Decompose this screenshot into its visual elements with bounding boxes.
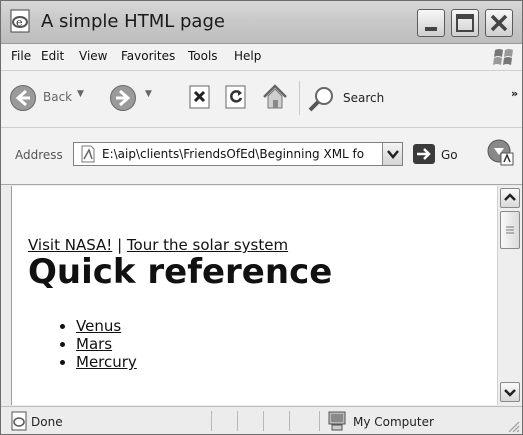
forward-dropdown-icon[interactable]: ▼ — [145, 89, 152, 99]
windows-flag-icon — [493, 49, 513, 65]
title-bar[interactable]: e A simple HTML page — [1, 1, 522, 44]
menu-bar: File Edit View Favorites Tools Help — [1, 44, 522, 71]
status-separator — [319, 411, 320, 431]
minimize-icon — [425, 27, 437, 31]
menu-help[interactable]: Help — [234, 49, 261, 63]
window-title: A simple HTML page — [41, 11, 225, 32]
address-bar: Address E:\aip\clients\FriendsOfEd\Begin… — [1, 128, 522, 185]
go-button[interactable] — [413, 144, 435, 164]
scroll-up-button[interactable] — [500, 188, 520, 208]
ie-page-icon: e — [10, 9, 30, 33]
refresh-icon[interactable] — [223, 84, 249, 110]
menu-file[interactable]: File — [11, 49, 31, 63]
scroll-thumb[interactable] — [500, 211, 520, 249]
maximize-button[interactable] — [451, 9, 479, 37]
resize-grip-icon[interactable] — [506, 419, 520, 433]
toolbar-separator — [299, 81, 300, 115]
link-mars[interactable]: Mars — [76, 335, 112, 353]
search-button[interactable]: Search — [307, 81, 402, 115]
back-button[interactable]: Back ▼ — [9, 81, 94, 115]
page-icon — [81, 145, 95, 163]
menu-view[interactable]: View — [79, 49, 107, 63]
toolbar-chevron[interactable]: » — [511, 87, 518, 100]
home-icon[interactable] — [261, 83, 289, 111]
maximize-icon — [456, 14, 474, 32]
media-icon[interactable] — [486, 138, 516, 168]
page-content: Visit NASA! | Tour the solar system Quic… — [11, 186, 497, 405]
address-url: E:\aip\clients\FriendsOfEd\Beginning XML… — [102, 147, 365, 161]
forward-button[interactable]: ▼ — [109, 81, 159, 115]
vertical-scrollbar[interactable] — [497, 186, 522, 405]
list-item: Mercury — [76, 353, 137, 371]
close-button[interactable] — [485, 9, 513, 37]
scroll-down-button[interactable] — [500, 382, 520, 402]
back-label: Back — [43, 90, 73, 104]
list-item: Venus — [76, 317, 137, 335]
close-icon — [490, 14, 508, 32]
status-separator — [211, 411, 212, 431]
chevron-down-icon — [387, 150, 399, 159]
chevron-up-icon — [504, 193, 516, 201]
back-dropdown-icon[interactable]: ▼ — [77, 89, 84, 99]
page-done-icon — [11, 411, 27, 431]
zone-label: My Computer — [353, 415, 434, 429]
link-venus[interactable]: Venus — [76, 317, 121, 335]
status-text: Done — [31, 415, 63, 429]
forward-arrow-icon — [110, 85, 136, 111]
grip-icon — [506, 226, 514, 234]
chevron-down-icon — [504, 389, 516, 397]
standard-toolbar: Back ▼ ▼ Search » — [1, 71, 522, 128]
status-separator — [289, 411, 290, 431]
list-item: Mars — [76, 335, 137, 353]
status-separator — [263, 411, 264, 431]
status-bar: Done My Computer — [1, 406, 522, 434]
go-arrow-icon — [417, 148, 431, 160]
status-separator — [237, 411, 238, 431]
menu-favorites[interactable]: Favorites — [121, 49, 175, 63]
minimize-button[interactable] — [417, 9, 445, 37]
search-icon — [308, 87, 333, 112]
menu-edit[interactable]: Edit — [41, 49, 64, 63]
browser-window: e A simple HTML page File Edit View Favo… — [0, 0, 523, 435]
stop-icon[interactable] — [187, 84, 213, 110]
menu-tools[interactable]: Tools — [188, 49, 218, 63]
svg-text:e: e — [16, 16, 23, 29]
address-dropdown-button[interactable] — [382, 143, 402, 165]
address-input[interactable]: E:\aip\clients\FriendsOfEd\Beginning XML… — [73, 142, 403, 166]
back-arrow-icon — [10, 85, 36, 111]
go-label[interactable]: Go — [441, 148, 458, 162]
address-label: Address — [15, 148, 63, 162]
search-label: Search — [343, 91, 385, 105]
planet-list: Venus Mars Mercury — [58, 317, 137, 371]
computer-icon — [328, 411, 346, 431]
link-mercury[interactable]: Mercury — [76, 353, 137, 371]
page-heading: Quick reference — [28, 252, 333, 292]
